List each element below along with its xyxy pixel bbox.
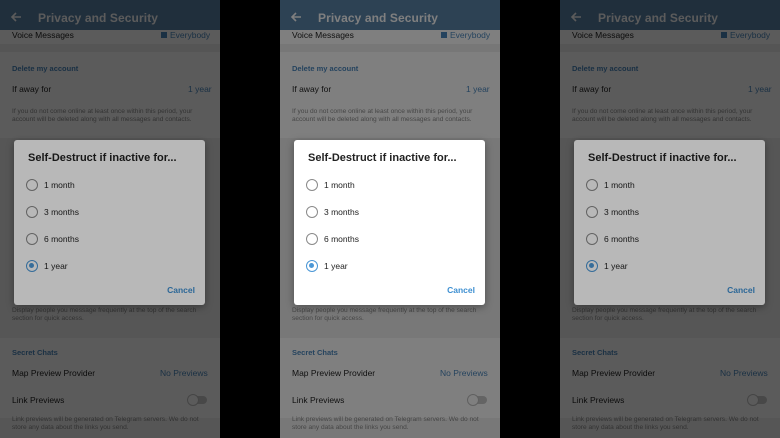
phone-screen-left: Privacy and Security Voice Messages Ever… xyxy=(0,0,220,438)
cancel-button[interactable]: Cancel xyxy=(447,285,475,295)
option-label: 3 months xyxy=(324,207,359,217)
side-shade xyxy=(560,0,780,438)
phone-screen-center: Privacy and Security Voice Messages Ever… xyxy=(280,0,500,438)
option-1-month[interactable]: 1 month xyxy=(306,176,476,196)
radio-checked-icon[interactable] xyxy=(306,260,318,272)
option-label: 1 year xyxy=(324,261,348,271)
option-6-months[interactable]: 6 months xyxy=(306,230,476,250)
option-label: 6 months xyxy=(324,234,359,244)
radio-icon[interactable] xyxy=(306,179,318,191)
dialog-title: Self-Destruct if inactive for... xyxy=(308,152,457,164)
option-label: 1 month xyxy=(324,180,355,190)
radio-icon[interactable] xyxy=(306,233,318,245)
option-1-year[interactable]: 1 year xyxy=(306,257,476,277)
screenshot-collage: Privacy and Security Voice Messages Ever… xyxy=(0,0,780,438)
side-shade xyxy=(0,0,220,438)
phone-screen-right: Privacy and Security Voice Messages Ever… xyxy=(560,0,780,438)
option-3-months[interactable]: 3 months xyxy=(306,203,476,223)
radio-icon[interactable] xyxy=(306,206,318,218)
self-destruct-dialog: Self-Destruct if inactive for... 1 month… xyxy=(294,140,485,305)
